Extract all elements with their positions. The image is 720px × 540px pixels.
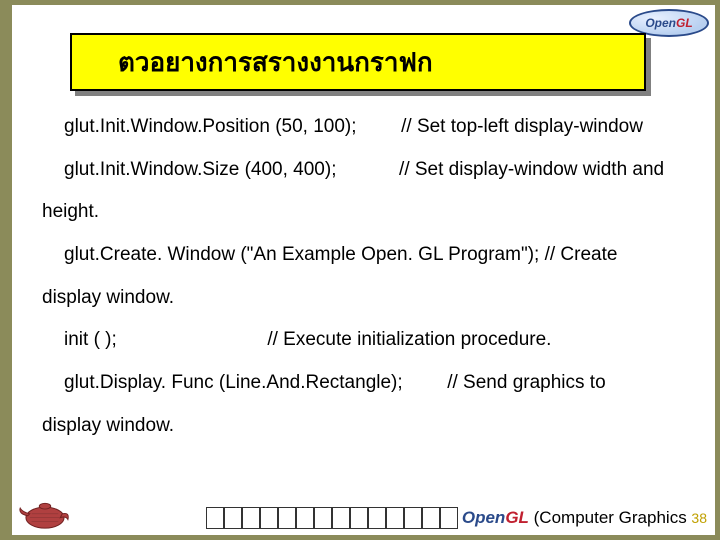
code-l7-comment: // Send graphics to xyxy=(447,372,605,393)
logo-text-open: Open xyxy=(645,16,676,30)
code-l1-comment: // Set top-left display-window xyxy=(401,116,643,137)
slide-title: ตวอยางการสรางงานกราฟก xyxy=(118,42,433,83)
footer-text: OpenGL (Computer Graphics 38 xyxy=(462,508,707,528)
code-line-2: glut.Init.Window.Size (400, 400); // Set… xyxy=(64,158,715,183)
teapot-icon xyxy=(16,489,74,531)
footer-label: (Computer Graphics xyxy=(529,508,692,527)
code-l1-call: glut.Init.Window.Position (50, 100); xyxy=(64,116,357,137)
code-l7-call: glut.Display. Func (Line.And.Rectangle); xyxy=(64,372,403,393)
code-line-7: glut.Display. Func (Line.And.Rectangle);… xyxy=(64,371,715,396)
code-content: glut.Init.Window.Position (50, 100); // … xyxy=(42,115,715,457)
slide-title-box: ตวอยางการสรางงานกราฟก xyxy=(70,33,646,91)
code-l6-comment: // Execute initialization procedure. xyxy=(267,329,551,350)
code-line-1: glut.Init.Window.Position (50, 100); // … xyxy=(64,115,715,140)
code-l6-call: init ( ); xyxy=(64,329,117,350)
code-l2-call: glut.Init.Window.Size (400, 400); xyxy=(64,159,336,180)
footer-bar: OpenGL (Computer Graphics 38 xyxy=(80,507,707,529)
code-line-3: height. xyxy=(42,200,715,225)
code-l2-comment: // Set display-window width and xyxy=(399,159,664,180)
code-line-6: init ( ); // Execute initialization proc… xyxy=(64,328,715,353)
footer-brand-open: Open xyxy=(462,508,505,527)
slide-page-number: 38 xyxy=(691,510,707,526)
code-line-5: display window. xyxy=(42,286,715,311)
footer-brand-gl: GL xyxy=(505,508,529,527)
code-line-4: glut.Create. Window ("An Example Open. G… xyxy=(64,243,715,268)
placeholder-boxes xyxy=(206,507,458,529)
logo-text-gl: GL xyxy=(676,16,693,30)
code-line-8: display window. xyxy=(42,414,715,439)
